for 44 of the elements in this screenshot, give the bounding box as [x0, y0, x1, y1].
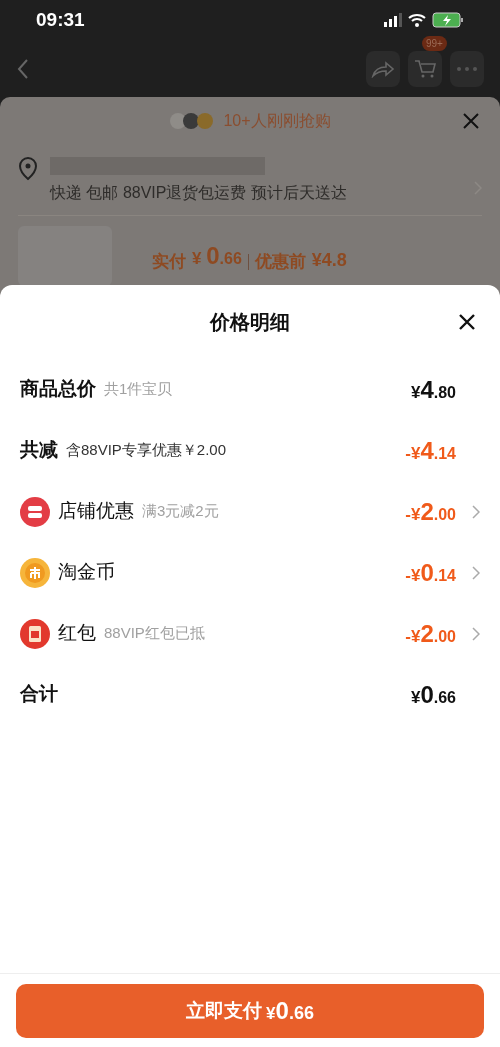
- clock: 09:31: [36, 7, 85, 32]
- row-note: 含88VIP专享优惠￥2.00: [66, 440, 227, 461]
- paid-price: ¥ 0.66: [192, 241, 242, 271]
- row-label: 合计: [20, 682, 58, 707]
- row-note: 88VIP红包已抵: [104, 623, 205, 644]
- battery-charging-icon: [432, 12, 464, 28]
- cart-icon: [414, 58, 436, 79]
- row-label: 共减: [20, 438, 58, 463]
- row-amount: -¥0.14: [405, 557, 456, 588]
- row-amount: ¥4.80: [410, 374, 456, 405]
- coin-icon: [20, 557, 50, 588]
- row-amount: -¥2.00: [405, 618, 456, 649]
- close-icon[interactable]: [458, 313, 476, 331]
- row-amount: -¥2.00: [405, 496, 456, 527]
- original-price: ¥4.8: [311, 249, 347, 272]
- paid-label: 实付: [152, 250, 186, 273]
- row-amount: ¥0.66: [410, 679, 456, 710]
- share-icon: [371, 59, 395, 78]
- row-note: 满3元减2元: [142, 501, 219, 522]
- signal-icon: [384, 12, 402, 28]
- envelope-icon: [20, 618, 50, 649]
- buyers-text: 10+人刚刚抢购: [223, 111, 331, 131]
- shop-icon: [20, 496, 50, 527]
- cart-button[interactable]: [408, 50, 442, 87]
- location-icon: [18, 157, 38, 181]
- back-icon[interactable]: [16, 57, 30, 80]
- wifi-icon: [408, 12, 426, 28]
- row-label: 商品总价: [20, 377, 96, 402]
- row-note: 共1件宝贝: [104, 379, 173, 400]
- chevron-icon[interactable]: [472, 504, 480, 519]
- more-button[interactable]: [450, 50, 484, 87]
- delivery-text: 快递 包邮 88VIP退货包运费 预计后天送达: [50, 183, 348, 203]
- row-label: 红包: [58, 621, 96, 646]
- cart-badge: 99+: [422, 35, 447, 51]
- share-button[interactable]: [366, 50, 400, 87]
- row-amount: -¥4.14: [405, 435, 456, 466]
- more-icon: [456, 65, 478, 72]
- row-label: 淘金币: [58, 560, 115, 585]
- original-price-label: 优惠前: [254, 250, 306, 273]
- chevron-icon[interactable]: [472, 565, 480, 580]
- pay-button[interactable]: 立即支付 ¥0.66: [16, 984, 484, 1038]
- row-label: 店铺优惠: [58, 499, 134, 524]
- sheet-title: 价格明细: [210, 310, 290, 335]
- chevron-icon[interactable]: [472, 626, 480, 641]
